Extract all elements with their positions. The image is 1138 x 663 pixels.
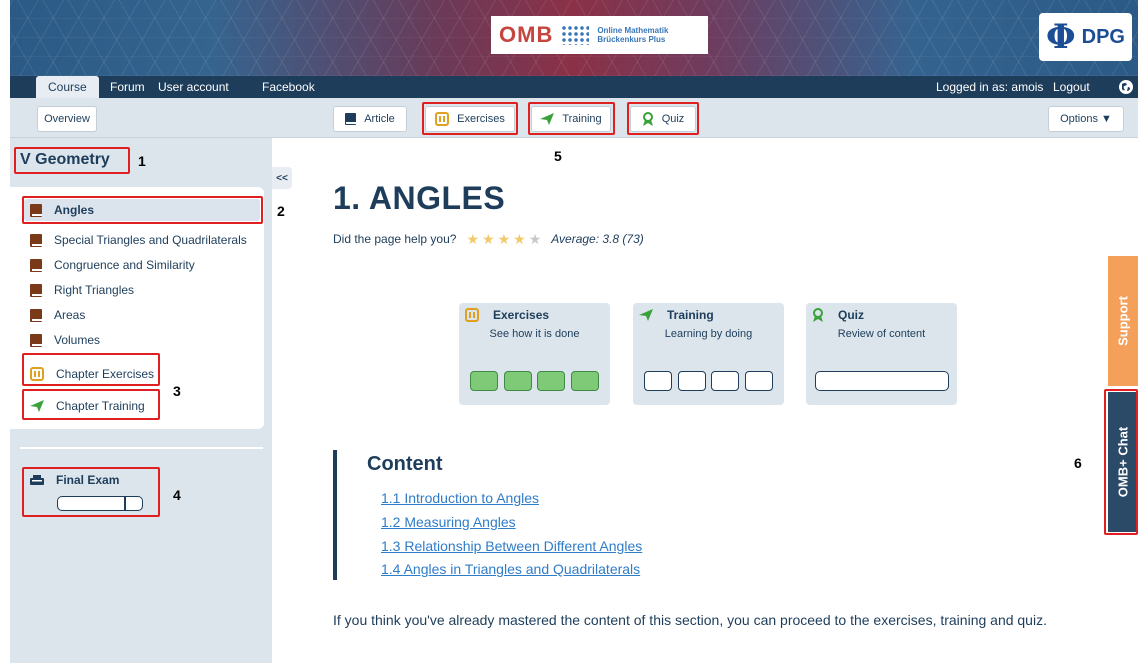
annotation-5: 5: [554, 148, 562, 164]
exercise-progress-box[interactable]: [537, 371, 565, 391]
rating-row: Did the page help you? ★ ★ ★ ★ ★ Average…: [333, 231, 644, 247]
omb-logo[interactable]: OMB Online Mathematik Brückenkurs Plus: [491, 16, 708, 54]
exercises-icon: [465, 308, 479, 322]
sidebar-item-special-triangles[interactable]: Special Triangles and Quadrilaterals: [30, 229, 247, 251]
collapse-sidebar-button[interactable]: <<: [272, 167, 292, 189]
overview-button[interactable]: Overview: [37, 106, 97, 132]
star-icon[interactable]: ★: [513, 232, 526, 246]
sidebar-item-volumes[interactable]: Volumes: [30, 329, 100, 351]
tab-facebook[interactable]: Facebook: [262, 76, 315, 98]
quiz-progress-bar[interactable]: [815, 371, 949, 391]
tab-course[interactable]: Course: [36, 76, 99, 98]
sidebar-divider: [20, 447, 263, 449]
omb-dots-icon: [561, 25, 590, 45]
globe-icon[interactable]: [1118, 79, 1134, 95]
exercise-progress-box[interactable]: [504, 371, 532, 391]
sidebar-item-congruence[interactable]: Congruence and Similarity: [30, 254, 195, 276]
highlight-training: [528, 102, 615, 135]
star-icon[interactable]: ★: [482, 232, 495, 246]
toc-link-1-2[interactable]: 1.2 Measuring Angles: [381, 514, 516, 530]
support-tab[interactable]: Support: [1108, 256, 1138, 386]
footer-text: If you think you've already mastered the…: [333, 612, 1047, 628]
tab-forum[interactable]: Forum: [110, 76, 145, 98]
average-rating: Average: 3.8 (73): [551, 232, 644, 246]
highlight-chat: [1104, 389, 1138, 535]
star-icon[interactable]: ★: [529, 232, 542, 246]
exercise-progress-box[interactable]: [571, 371, 599, 391]
annotation-1: 1: [138, 153, 146, 169]
highlight-chapter-training: [22, 389, 160, 420]
star-icon[interactable]: ★: [466, 232, 479, 246]
quiz-icon: [813, 308, 823, 322]
annotation-6: 6: [1074, 455, 1082, 471]
content-title: Content: [367, 453, 443, 475]
book-icon: [30, 258, 42, 272]
article-button[interactable]: Article: [333, 106, 407, 132]
training-card[interactable]: Training Learning by doing: [633, 303, 784, 405]
training-progress-box[interactable]: [678, 371, 706, 391]
header-banner: OMB Online Mathematik Brückenkurs Plus Φ …: [10, 0, 1138, 76]
training-progress-box[interactable]: [745, 371, 773, 391]
book-icon: [30, 333, 42, 347]
highlight-exercises: [422, 102, 518, 135]
highlight-chapter: [14, 147, 130, 174]
star-icon[interactable]: ★: [498, 232, 511, 246]
annotation-3: 3: [173, 383, 181, 399]
toc-link-1-4[interactable]: 1.4 Angles in Triangles and Quadrilatera…: [381, 561, 640, 577]
tab-user-account[interactable]: User account: [158, 76, 229, 98]
annotation-4: 4: [173, 487, 181, 503]
highlight-final-exam: [22, 467, 160, 517]
highlight-angles: [22, 196, 263, 224]
rating-stars[interactable]: ★ ★ ★ ★ ★: [466, 232, 541, 246]
quiz-card[interactable]: Quiz Review of content: [806, 303, 957, 405]
book-icon: [30, 308, 42, 322]
toc-link-1-3[interactable]: 1.3 Relationship Between Different Angle…: [381, 538, 642, 554]
article-icon: [345, 113, 357, 125]
toc-link-1-1[interactable]: 1.1 Introduction to Angles: [381, 490, 539, 506]
main-nav: Course Forum User account Facebook Logge…: [10, 76, 1138, 98]
book-icon: [30, 233, 42, 247]
highlight-quiz: [627, 102, 699, 135]
options-dropdown[interactable]: Options ▼: [1048, 106, 1124, 132]
logout-link[interactable]: Logout: [1053, 76, 1090, 98]
training-progress-box[interactable]: [711, 371, 739, 391]
page-title: 1. ANGLES: [333, 180, 506, 216]
exercise-progress-box[interactable]: [470, 371, 498, 391]
annotation-2: 2: [277, 203, 285, 219]
training-progress-box[interactable]: [644, 371, 672, 391]
sidebar-item-right-triangles[interactable]: Right Triangles: [30, 279, 134, 301]
highlight-chapter-exercises: [22, 353, 160, 386]
dpg-logo[interactable]: Φ DPG: [1039, 13, 1132, 61]
exercises-card[interactable]: Exercises See how it is done: [459, 303, 610, 405]
logged-in-label: Logged in as: amois: [936, 80, 1044, 94]
book-icon: [30, 283, 42, 297]
sidebar-item-areas[interactable]: Areas: [30, 304, 85, 326]
training-icon: [639, 309, 653, 321]
